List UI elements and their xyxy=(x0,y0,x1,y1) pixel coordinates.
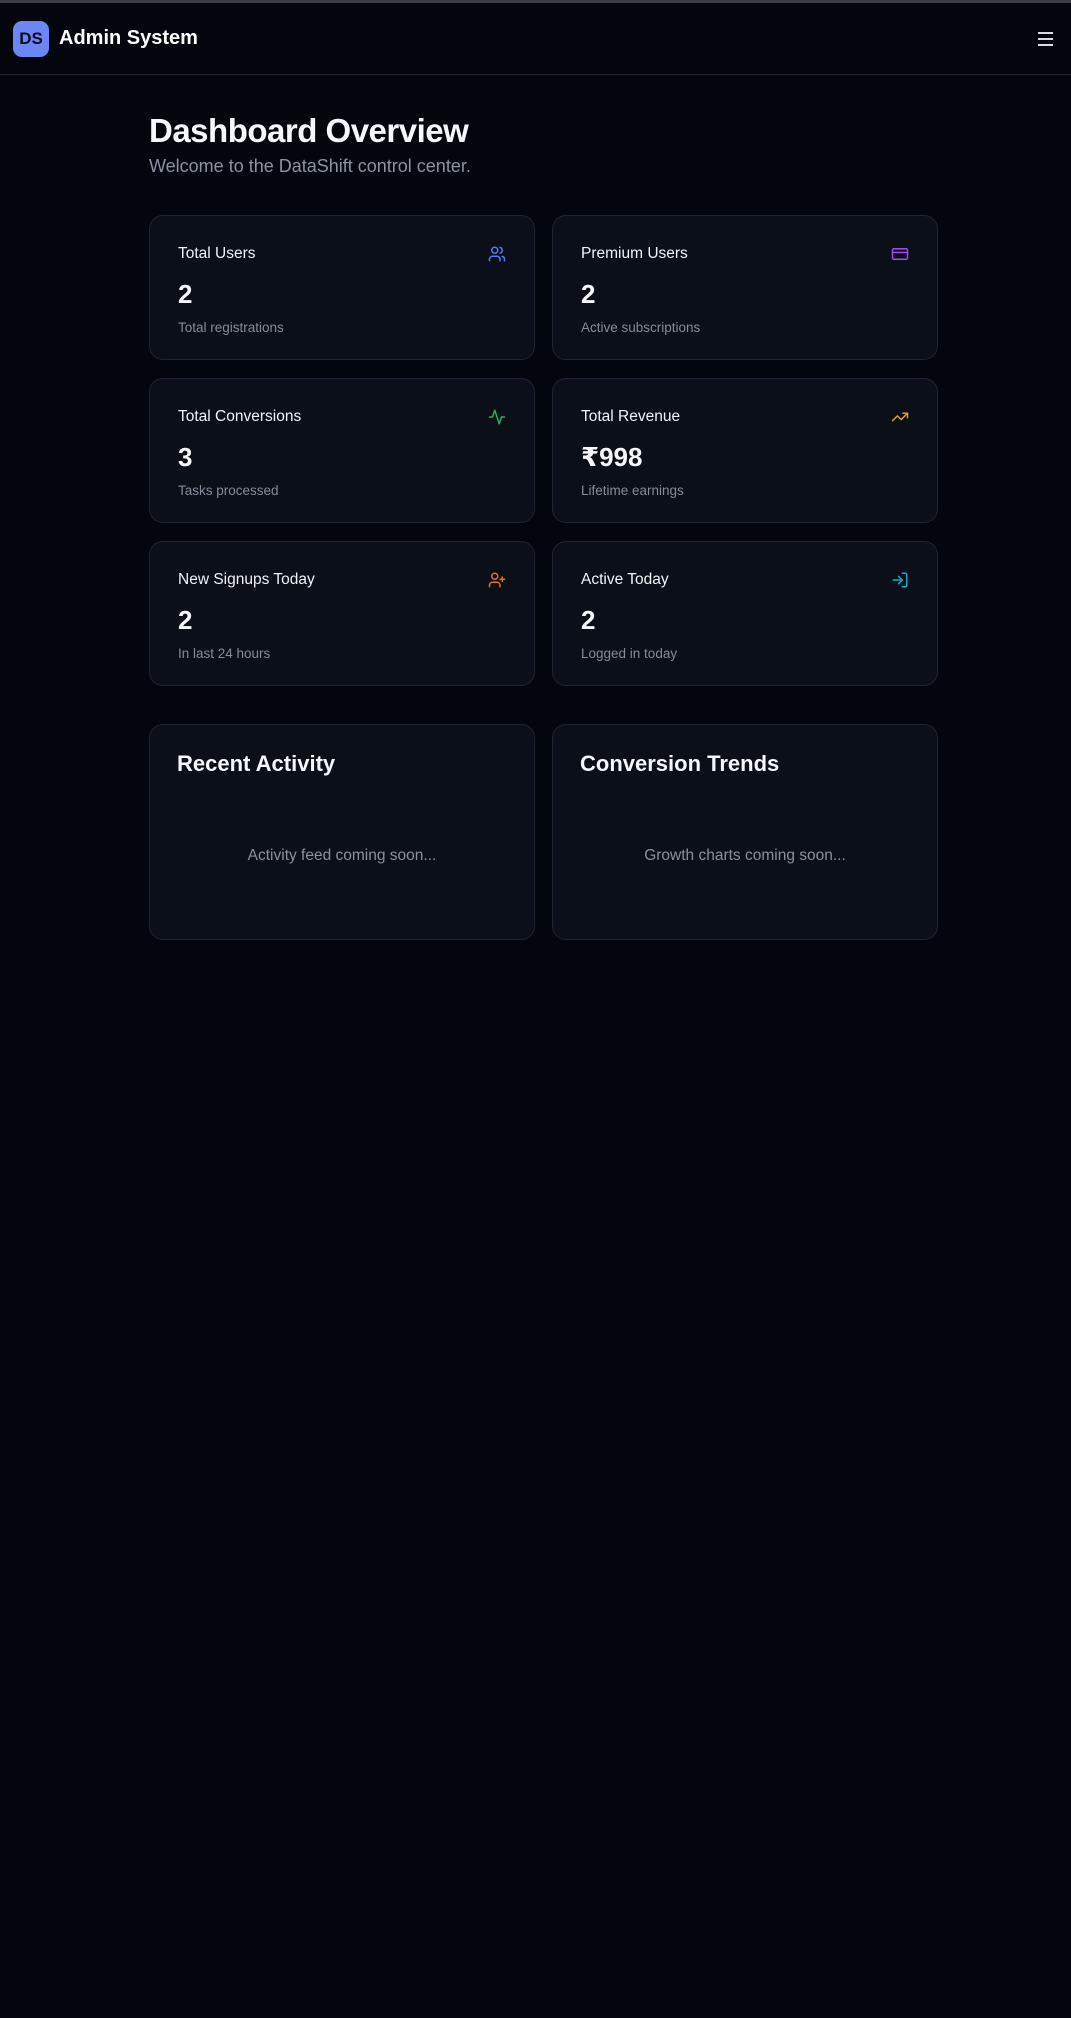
stat-description: Lifetime earnings xyxy=(581,483,684,498)
page-title: Dashboard Overview xyxy=(149,112,469,149)
panel-title: Recent Activity xyxy=(177,751,336,776)
stats-grid: Total Users 2 Total registrations Premiu… xyxy=(149,215,938,686)
stat-label: Premium Users xyxy=(581,245,688,262)
stat-label: New Signups Today xyxy=(178,571,315,588)
stat-value: ₹998 xyxy=(581,442,643,472)
app-logo[interactable]: DS xyxy=(13,20,49,57)
stat-value: 3 xyxy=(178,442,193,472)
stat-label: Total Users xyxy=(178,245,256,262)
stat-card-premium-users: Premium Users 2 Active subscriptions xyxy=(552,215,938,360)
stat-description: Tasks processed xyxy=(178,483,279,498)
stat-value: 2 xyxy=(178,605,193,635)
panel-placeholder: Growth charts coming soon... xyxy=(644,847,846,864)
stat-label: Total Revenue xyxy=(581,408,681,425)
stat-value: 2 xyxy=(581,605,596,635)
stat-value: 2 xyxy=(178,279,193,309)
app-title: Admin System xyxy=(59,27,198,49)
users-icon xyxy=(487,244,507,264)
stat-label: Total Conversions xyxy=(178,408,302,425)
menu-bar xyxy=(1038,43,1053,46)
conversion-trends-panel: Conversion Trends Growth charts coming s… xyxy=(552,724,938,940)
stat-description: Active subscriptions xyxy=(581,320,701,335)
menu-bar xyxy=(1038,31,1053,34)
app-header: DS Admin System xyxy=(0,3,1071,75)
menu-bar xyxy=(1038,37,1053,40)
stat-description: Total registrations xyxy=(178,320,284,335)
stat-card-total-revenue: Total Revenue ₹998 Lifetime earnings xyxy=(552,378,938,523)
trending-up-icon xyxy=(890,407,910,427)
stat-value: 2 xyxy=(581,279,596,309)
stat-card-active-today: Active Today 2 Logged in today xyxy=(552,541,938,686)
stat-card-total-users: Total Users 2 Total registrations xyxy=(149,215,535,360)
panels-grid: Recent Activity Activity feed coming soo… xyxy=(149,724,938,940)
activity-icon xyxy=(487,407,507,427)
menu-icon[interactable] xyxy=(1034,27,1058,51)
log-in-icon xyxy=(890,570,910,590)
page-subtitle: Welcome to the DataShift control center. xyxy=(149,156,471,176)
stat-label: Active Today xyxy=(581,571,669,588)
recent-activity-panel: Recent Activity Activity feed coming soo… xyxy=(149,724,535,940)
user-plus-icon xyxy=(487,570,507,590)
main-content: Dashboard Overview Welcome to the DataSh… xyxy=(149,75,938,940)
stat-card-total-conversions: Total Conversions 3 Tasks processed xyxy=(149,378,535,523)
stat-description: In last 24 hours xyxy=(178,646,271,661)
panel-title: Conversion Trends xyxy=(580,751,780,776)
stat-description: Logged in today xyxy=(581,646,678,661)
stat-card-new-signups: New Signups Today 2 In last 24 hours xyxy=(149,541,535,686)
panel-placeholder: Activity feed coming soon... xyxy=(247,847,437,864)
credit-card-icon xyxy=(890,244,910,264)
